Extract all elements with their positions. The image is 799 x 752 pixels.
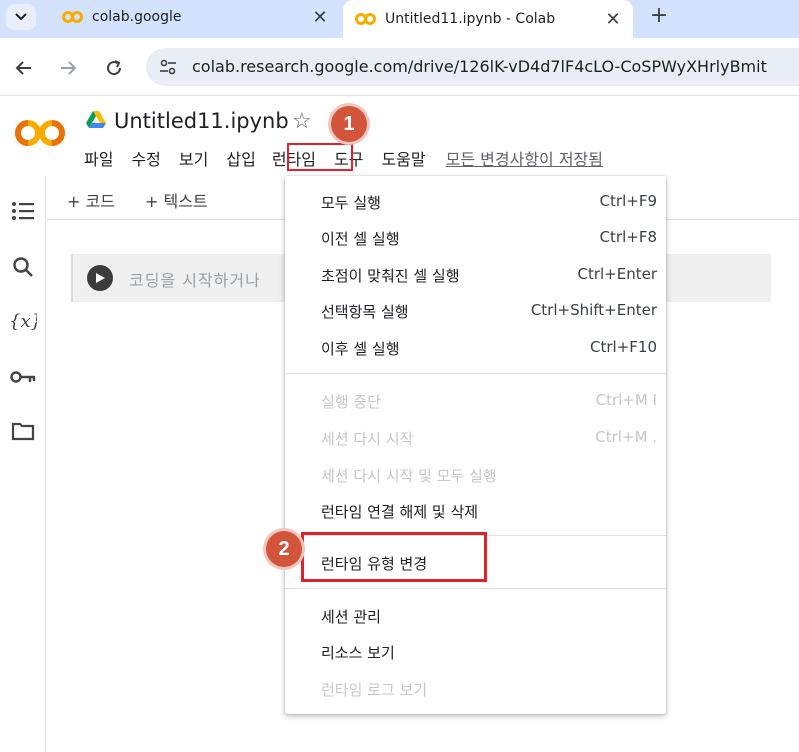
cell-placeholder: 코딩을 시작하거나 [129, 271, 261, 290]
menu-insert[interactable]: 삽입 [226, 146, 255, 172]
back-button[interactable] [10, 54, 38, 82]
colab-header: Untitled11.ipynb ☆ 파일 수정 보기 삽입 런타임 도구 도움… [0, 96, 799, 176]
menu-item-run-before[interactable]: 이전 셀 실행 Ctrl+F8 [285, 220, 666, 256]
tab-colab-google[interactable]: colab.google ✕ [50, 0, 340, 34]
browser-tab-strip: colab.google ✕ Untitled11.ipynb - Colab … [0, 0, 799, 38]
menu-item-label: 세션 다시 시작 [321, 430, 414, 448]
tab-untitled-notebook[interactable]: Untitled11.ipynb - Colab ✕ [343, 0, 633, 38]
menu-help[interactable]: 도움말 [381, 146, 425, 172]
site-settings-icon[interactable] [158, 57, 178, 77]
menu-item-label: 런타임 로그 보기 [321, 681, 428, 699]
tab-title: colab.google [92, 9, 182, 25]
menu-divider [285, 588, 666, 589]
menu-item-run-after[interactable]: 이후 셀 실행 Ctrl+F10 [285, 330, 666, 366]
menu-item-label: 이후 셀 실행 [321, 340, 400, 358]
table-of-contents-icon[interactable] [8, 196, 38, 226]
new-tab-button[interactable]: + [645, 3, 673, 31]
menu-view[interactable]: 보기 [179, 146, 208, 172]
address-bar[interactable]: colab.research.google.com/drive/126lK-vD… [146, 48, 799, 86]
reload-button[interactable] [100, 54, 128, 82]
menu-item-restart-and-run-all: 세션 다시 시작 및 모두 실행 [285, 457, 666, 493]
add-code-button[interactable]: + 코드 [67, 188, 115, 212]
menu-item-shortcut: Ctrl+Shift+Enter [530, 301, 657, 319]
menu-item-shortcut: Ctrl+F8 [599, 228, 657, 246]
browser-toolbar: colab.research.google.com/drive/126lK-vD… [0, 38, 799, 96]
left-sidebar: {x} [0, 176, 46, 752]
menu-edit[interactable]: 수정 [131, 146, 160, 172]
key-icon[interactable] [8, 362, 38, 392]
saved-status-link[interactable]: 모든 변경사항이 저장됨 [446, 146, 603, 172]
menu-item-label: 초점이 맞춰진 셀 실행 [321, 267, 460, 285]
tab-close-icon[interactable]: ✕ [308, 7, 332, 28]
runtime-dropdown-menu: 모두 실행 Ctrl+F9 이전 셀 실행 Ctrl+F8 초점이 맞춰진 셀 … [285, 176, 666, 714]
menu-item-label: 실행 중단 [321, 393, 381, 411]
forward-button[interactable] [54, 54, 82, 82]
google-drive-icon [86, 111, 106, 129]
svg-text:{x}: {x} [9, 311, 37, 332]
tab-close-icon[interactable]: ✕ [601, 9, 625, 30]
star-icon[interactable]: ☆ [292, 109, 312, 134]
menu-divider [285, 373, 666, 374]
colab-favicon-icon [62, 11, 84, 23]
chevron-down-icon [15, 13, 27, 21]
menu-item-restart-session: 세션 다시 시작 Ctrl+M . [285, 420, 666, 456]
play-icon [96, 273, 105, 283]
notebook-title[interactable]: Untitled11.ipynb [114, 109, 289, 133]
callout-badge-1: 1 [331, 106, 367, 142]
arrow-left-icon [15, 61, 31, 75]
menu-item-manage-sessions[interactable]: 세션 관리 [285, 598, 666, 634]
menu-item-label: 세션 다시 시작 및 모두 실행 [321, 467, 497, 485]
menu-item-view-runtime-logs: 런타임 로그 보기 [285, 671, 666, 707]
variables-icon[interactable]: {x} [8, 306, 38, 336]
menu-item-disconnect-delete[interactable]: 런타임 연결 해제 및 삭제 [285, 493, 666, 529]
runtime-menu-highlight [287, 143, 353, 171]
callout-badge-2: 2 [266, 531, 302, 567]
menu-item-shortcut: Ctrl+M I [595, 391, 657, 409]
search-icon[interactable] [8, 252, 38, 282]
menu-item-shortcut: Ctrl+Enter [577, 265, 657, 283]
change-runtime-highlight [301, 532, 487, 582]
folder-icon[interactable] [8, 416, 38, 446]
colab-logo-icon[interactable] [14, 116, 68, 150]
menu-item-label: 런타임 연결 해제 및 삭제 [321, 503, 479, 521]
colab-favicon-icon [355, 13, 377, 25]
menu-file[interactable]: 파일 [84, 146, 113, 172]
arrow-right-icon [61, 61, 77, 75]
menu-item-label: 모두 실행 [321, 194, 381, 212]
menu-item-label: 선택항목 실행 [321, 303, 409, 321]
reload-icon [107, 60, 122, 76]
menu-item-run-focused[interactable]: 초점이 맞춰진 셀 실행 Ctrl+Enter [285, 257, 666, 293]
menu-item-run-all[interactable]: 모두 실행 Ctrl+F9 [285, 184, 666, 220]
menu-item-run-selection[interactable]: 선택항목 실행 Ctrl+Shift+Enter [285, 293, 666, 329]
run-cell-button[interactable] [87, 265, 113, 291]
tab-search-button[interactable] [6, 4, 36, 30]
url-text[interactable]: colab.research.google.com/drive/126lK-vD… [192, 57, 767, 76]
menu-item-view-resources[interactable]: 리소스 보기 [285, 634, 666, 670]
menu-item-label: 세션 관리 [321, 608, 381, 626]
tab-title: Untitled11.ipynb - Colab [385, 11, 556, 27]
add-text-button[interactable]: + 텍스트 [145, 188, 208, 212]
menu-item-shortcut: Ctrl+M . [595, 428, 657, 446]
menu-item-label: 이전 셀 실행 [321, 230, 400, 248]
menu-item-shortcut: Ctrl+F10 [590, 338, 657, 356]
menu-item-label: 리소스 보기 [321, 644, 395, 662]
menu-item-shortcut: Ctrl+F9 [599, 192, 657, 210]
menu-item-interrupt: 실행 중단 Ctrl+M I [285, 383, 666, 419]
